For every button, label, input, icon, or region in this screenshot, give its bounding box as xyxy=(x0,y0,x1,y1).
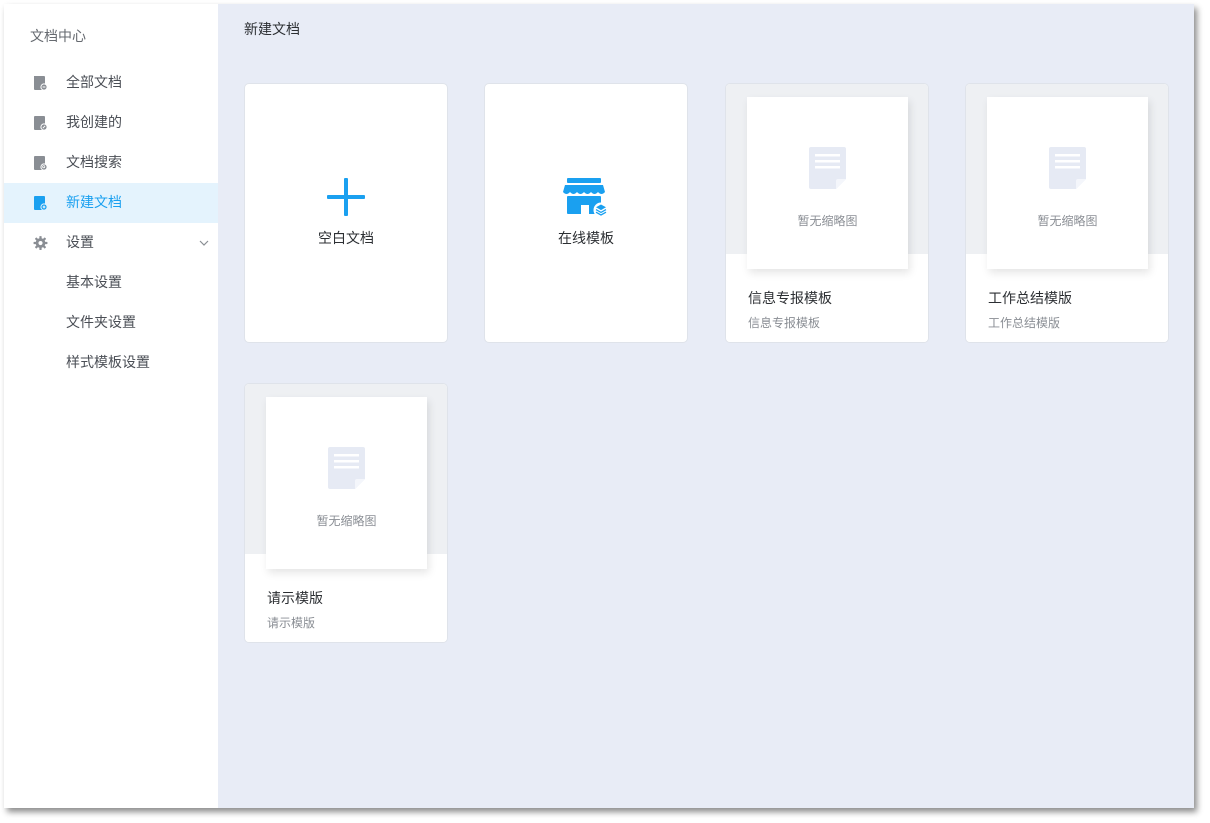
app-window: 文档中心 全部文档 我创建的 文档搜索 新建文档 设置 基本设置 文件夹设置 样… xyxy=(4,4,1194,808)
thumbnail-placeholder: 暂无缩略图 xyxy=(266,397,427,569)
sidebar-item-style-template-settings[interactable]: 样式模板设置 xyxy=(4,343,218,383)
thumbnail-placeholder: 暂无缩略图 xyxy=(987,97,1148,269)
blank-document-card[interactable]: 空白文档 xyxy=(244,83,448,343)
sidebar: 文档中心 全部文档 我创建的 文档搜索 新建文档 设置 基本设置 文件夹设置 样… xyxy=(4,4,218,808)
sidebar-item-label: 文件夹设置 xyxy=(66,315,136,331)
sidebar-item-label: 全部文档 xyxy=(66,75,122,91)
template-description: 信息专报模板 xyxy=(748,316,821,330)
sidebar-item-label: 设置 xyxy=(66,235,94,251)
sidebar-menu: 全部文档 我创建的 文档搜索 新建文档 设置 基本设置 文件夹设置 样式模板设置 xyxy=(4,63,218,383)
sidebar-item-label: 我创建的 xyxy=(66,115,122,131)
template-card[interactable]: 暂无缩略图 信息专报模板 信息专报模板 xyxy=(725,83,929,343)
main-content: 新建文档 空白文档 在线模板 暂无缩略图 信息专报模板 信息专报模板 暂无缩略图… xyxy=(218,4,1194,808)
sidebar-item-basic-settings[interactable]: 基本设置 xyxy=(4,263,218,303)
sidebar-item-all-docs[interactable]: 全部文档 xyxy=(4,63,218,103)
template-description: 工作总结模版 xyxy=(988,316,1061,330)
template-name: 信息专报模板 xyxy=(748,291,832,307)
online-template-label: 在线模板 xyxy=(558,231,614,247)
doc-created-icon xyxy=(34,116,48,131)
template-name: 工作总结模版 xyxy=(988,291,1072,307)
no-thumbnail-text: 暂无缩略图 xyxy=(797,214,858,228)
doc-search-icon xyxy=(34,156,48,171)
sidebar-item-new-doc[interactable]: 新建文档 xyxy=(4,183,218,223)
sidebar-item-label: 基本设置 xyxy=(66,275,122,291)
plus-icon xyxy=(327,178,365,216)
sidebar-item-label: 新建文档 xyxy=(66,195,122,211)
chevron-down-icon[interactable] xyxy=(198,237,210,249)
no-thumbnail-text: 暂无缩略图 xyxy=(1037,214,1098,228)
store-icon xyxy=(563,178,609,218)
no-thumbnail-text: 暂无缩略图 xyxy=(316,514,377,528)
document-placeholder-icon xyxy=(1049,147,1086,189)
gear-icon xyxy=(33,236,48,250)
doc-all-icon xyxy=(34,76,48,91)
blank-document-label: 空白文档 xyxy=(318,231,374,247)
template-name: 请示模版 xyxy=(267,591,323,607)
doc-new-icon xyxy=(34,196,48,211)
sidebar-item-doc-search[interactable]: 文档搜索 xyxy=(4,143,218,183)
template-card[interactable]: 暂无缩略图 请示模版 请示模版 xyxy=(244,383,448,643)
sidebar-item-label: 文档搜索 xyxy=(66,155,122,171)
sidebar-item-settings[interactable]: 设置 xyxy=(4,223,218,263)
thumbnail-placeholder: 暂无缩略图 xyxy=(747,97,908,269)
template-card[interactable]: 暂无缩略图 工作总结模版 工作总结模版 xyxy=(965,83,1169,343)
sidebar-item-folder-settings[interactable]: 文件夹设置 xyxy=(4,303,218,343)
online-template-card[interactable]: 在线模板 xyxy=(484,83,688,343)
sidebar-title: 文档中心 xyxy=(30,29,86,45)
sidebar-item-label: 样式模板设置 xyxy=(66,355,150,371)
template-description: 请示模版 xyxy=(267,616,316,630)
document-placeholder-icon xyxy=(328,447,365,489)
page-title: 新建文档 xyxy=(244,22,300,38)
document-placeholder-icon xyxy=(809,147,846,189)
sidebar-item-my-created[interactable]: 我创建的 xyxy=(4,103,218,143)
